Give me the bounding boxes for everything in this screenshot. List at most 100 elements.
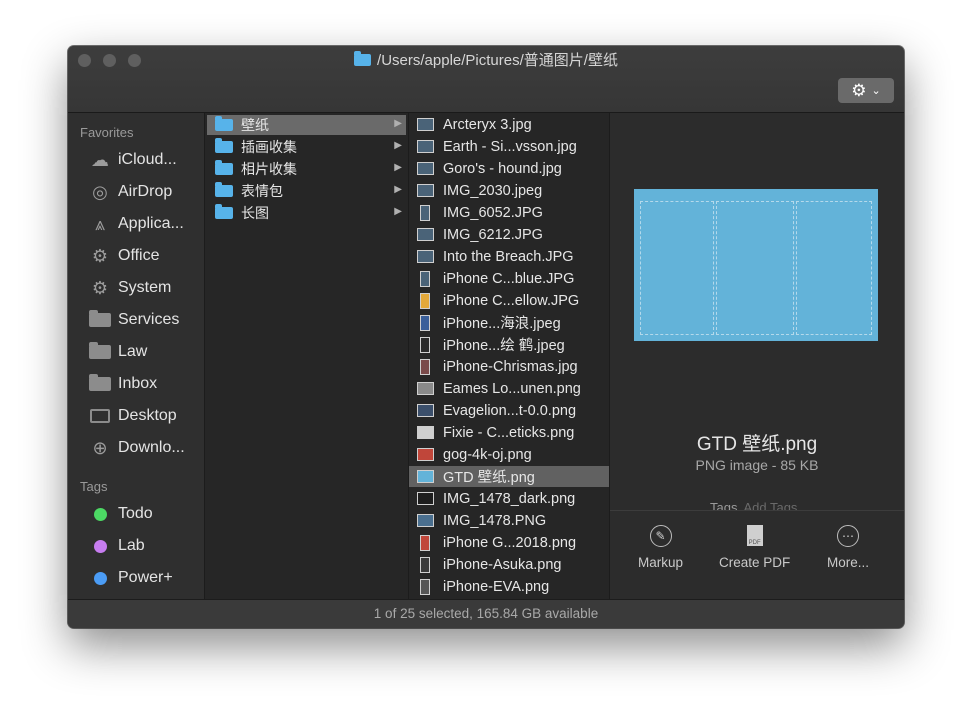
file-row-label: IMG_6052.JPG [443,204,543,221]
file-row[interactable]: IMG_1478.PNG [409,510,609,531]
more-icon: ⋯ [837,525,859,547]
file-row-label: gog-4k-oj.png [443,446,532,463]
file-row-label: iPhone G...2018.png [443,534,577,551]
file-row[interactable]: Earth - Si...vsson.jpg [409,136,609,157]
folder-row-illustrations[interactable]: 插画收集 ▶ [207,137,406,157]
image-thumbnail-icon [417,250,434,263]
file-row[interactable]: iPhone...绘 鹤.jpeg [409,334,609,355]
image-thumbnail-icon [417,382,434,395]
disclosure-arrow-icon: ▶ [394,162,402,173]
sidebar-item-desktop[interactable]: Desktop [88,404,202,428]
image-thumbnail-icon [420,358,430,375]
sidebar-item-label: Office [118,247,160,264]
folder-row-label: 表情包 [241,183,283,199]
file-row-label: IMG_1478.PNG [443,512,547,529]
sidebar-item-label: Desktop [118,407,177,424]
file-row[interactable]: Into the Breach.JPG [409,246,609,267]
file-row[interactable]: iPhone C...ellow.JPG [409,290,609,311]
file-row-label: Evagelion...t-0.0.png [443,402,577,419]
gear-icon: ⚙ [91,277,109,298]
file-row[interactable]: IMG_6052.JPG [409,202,609,223]
file-row-label: Eames Lo...unen.png [443,380,581,397]
image-thumbnail-icon [417,184,434,197]
folder-row-photos[interactable]: 相片收集 ▶ [207,159,406,179]
sidebar-item-services[interactable]: Services [88,308,202,332]
file-row[interactable]: IMG_2030.jpeg [409,180,609,201]
more-button[interactable]: ⋯ More... [827,525,869,570]
image-thumbnail-icon [420,204,430,221]
folder-row-label: 相片收集 [241,161,297,177]
sidebar-item-label: Power+ [118,569,173,586]
file-row-label: iPhone...绘 鹤.jpeg [443,338,565,354]
file-row-label: iPhone-EVA.png [443,578,550,595]
sidebar-item-law[interactable]: Law [88,340,202,364]
file-row[interactable]: IMG_6212.JPG [409,224,609,245]
sidebar-item-office[interactable]: ⚙ Office [88,244,202,268]
create-pdf-button[interactable]: PDF Create PDF [719,525,790,570]
image-thumbnail-icon [417,426,434,439]
file-row[interactable]: iPhone-Chrismas.jpg [409,356,609,377]
window-title: /Users/apple/Pictures/普通图片/壁纸 [68,51,904,71]
file-row[interactable]: iPhone...海浪.jpeg [409,312,609,333]
sidebar-item-system[interactable]: ⚙ System [88,276,202,300]
pdf-icon: PDF [746,525,763,546]
sidebar-item-downloads[interactable]: ⊕ Downlo... [88,436,202,460]
sidebar-item-inbox[interactable]: Inbox [88,372,202,396]
file-row-label: IMG_6212.JPG [443,226,543,243]
file-row-label: iPhone-Chrismas.jpg [443,358,578,375]
folder-row-label: 壁纸 [241,117,269,133]
markup-button[interactable]: ✎ Markup [638,525,683,570]
file-row-label: IMG_2030.jpeg [443,182,543,199]
sidebar-tag-power[interactable]: Power+ [88,566,202,590]
file-row[interactable]: IMG_1478_dark.png [409,488,609,509]
action-menu-button[interactable]: ⚙ ⌄ [838,78,894,103]
image-thumbnail-icon [420,314,430,331]
file-row[interactable]: Arcteryx 3.jpg [409,114,609,135]
file-row-label: GTD 壁纸.png [443,470,535,486]
folder-row-wallpaper[interactable]: 壁纸 ▶ [207,115,406,135]
image-thumbnail-icon [417,162,434,175]
tags-section-label: Tags [80,479,108,494]
sidebar-item-icloud[interactable]: ☁ iCloud... [88,148,202,172]
file-row[interactable]: iPhone G...2018.png [409,532,609,553]
quick-actions-bar: ✎ Markup PDF Create PDF ⋯ More... [610,510,904,599]
folder-row-long-images[interactable]: 长图 ▶ [207,203,406,223]
sidebar: Favorites ☁ iCloud... ◎ AirDrop ⩓ Applic… [68,113,205,599]
file-row-label: iPhone C...blue.JPG [443,270,575,287]
image-thumbnail-icon [417,448,434,461]
gear-icon: ⚙ [91,245,109,266]
file-row[interactable]: Evagelion...t-0.0.png [409,400,609,421]
chevron-down-icon: ⌄ [871,85,881,97]
image-thumbnail-icon [417,118,434,131]
file-row-label: iPhone...海浪.jpeg [443,316,561,332]
cloud-icon: ☁ [91,149,109,170]
file-row[interactable]: iPhone C...blue.JPG [409,268,609,289]
sidebar-item-label: Services [118,311,180,328]
file-row[interactable]: Fixie - C...eticks.png [409,422,609,443]
file-row-selected[interactable]: GTD 壁纸.png [409,466,609,487]
image-thumbnail-icon [420,534,430,551]
folder-row-stickers[interactable]: 表情包 ▶ [207,181,406,201]
file-row[interactable]: Goro's - hound.jpg [409,158,609,179]
image-thumbnail-icon [417,404,434,417]
sidebar-item-label: System [118,279,172,296]
create-pdf-label: Create PDF [719,555,791,570]
preview-file-kind: PNG image - 85 KB [695,457,819,473]
tag-color-dot [93,571,107,585]
file-row[interactable]: Eames Lo...unen.png [409,378,609,399]
file-row-label: Arcteryx 3.jpg [443,116,532,133]
folder-icon [215,116,233,131]
sidebar-item-label: Todo [118,505,153,522]
download-icon: ⊕ [92,437,108,458]
sidebar-tag-lab[interactable]: Lab [88,534,202,558]
file-row[interactable]: iPhone-EVA.png [409,576,609,597]
sidebar-item-airdrop[interactable]: ◎ AirDrop [88,180,202,204]
folder-row-label: 长图 [241,205,269,221]
file-row[interactable]: iPhone-Asuka.png [409,554,609,575]
sidebar-tag-todo[interactable]: Todo [88,502,202,526]
desktop-icon [88,406,112,426]
sidebar-item-applications[interactable]: ⩓ Applica... [88,212,202,236]
disclosure-arrow-icon: ▶ [394,184,402,195]
file-row[interactable]: gog-4k-oj.png [409,444,609,465]
folder-icon [88,374,112,394]
